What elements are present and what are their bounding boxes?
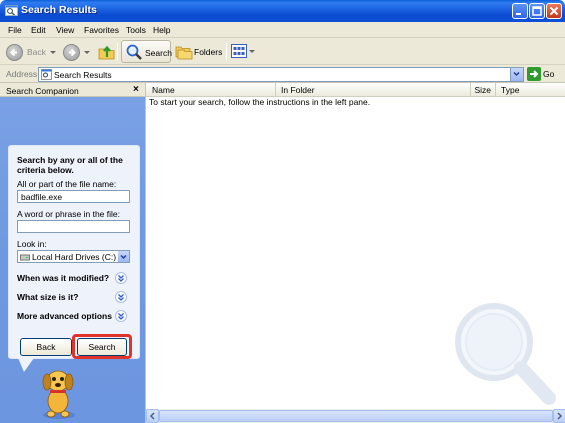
back-label: Back <box>27 47 46 57</box>
back-button[interactable]: Back <box>6 42 56 62</box>
criteria-title: Search by any or all of the criteria bel… <box>17 155 123 175</box>
search-results-icon <box>41 69 52 80</box>
advanced-options-option[interactable]: More advanced options <box>17 311 112 321</box>
folders-icon <box>175 46 193 60</box>
close-icon <box>549 6 559 16</box>
phrase-label: A word or phrase in the file: <box>17 209 121 219</box>
chevron-right-icon <box>557 412 563 420</box>
companion-back-button[interactable]: Back <box>20 338 72 356</box>
lookin-label: Look in: <box>17 239 47 249</box>
maximize-button[interactable] <box>529 3 545 19</box>
search-companion-title: Search Companion <box>6 86 79 96</box>
chevron-down-icon <box>513 71 520 77</box>
forward-arrow-icon <box>63 43 80 61</box>
back-dropdown-icon[interactable] <box>49 50 56 54</box>
column-header-type[interactable]: Type <box>496 83 565 97</box>
hard-drive-icon <box>20 254 30 261</box>
column-header-name[interactable]: Name <box>146 83 276 97</box>
title-bar: Search Results <box>0 0 565 22</box>
minimize-icon <box>516 13 521 15</box>
search-dog-icon <box>42 370 75 419</box>
scroll-right-button[interactable] <box>553 409 565 423</box>
search-companion-header: Search Companion × <box>0 83 145 97</box>
views-button[interactable] <box>231 43 255 60</box>
double-chevron-down-icon <box>118 313 124 320</box>
search-toolbar-label: Search <box>145 48 172 58</box>
go-arrow-icon <box>530 70 539 78</box>
folders-toolbar-label: Folders <box>194 47 223 57</box>
filename-label: All or part of the file name: <box>17 179 117 189</box>
column-name-label: Name <box>152 85 175 95</box>
toolbar: Back Search Folders <box>0 38 565 65</box>
forward-button[interactable] <box>63 42 90 62</box>
toolbar-separator <box>226 43 227 60</box>
expand-what-size-button[interactable] <box>115 291 127 303</box>
forward-dropdown-icon[interactable] <box>84 50 90 54</box>
chevron-down-icon <box>120 254 127 260</box>
magnifier-watermark-icon <box>455 303 556 405</box>
go-label[interactable]: Go <box>543 69 554 79</box>
up-folder-button[interactable] <box>98 42 116 62</box>
column-header-size[interactable]: Size <box>471 83 496 97</box>
speech-bubble-tail <box>18 358 34 372</box>
lookin-value: Local Hard Drives (C:) <box>32 252 117 262</box>
column-folder-label: In Folder <box>281 85 315 95</box>
expand-when-modified-button[interactable] <box>115 272 127 284</box>
search-button-highlight <box>72 334 132 359</box>
chevron-left-icon <box>149 412 155 420</box>
close-pane-icon[interactable]: × <box>133 84 139 95</box>
filename-value: badfile.exe <box>21 192 63 202</box>
magnifier-icon <box>126 44 142 60</box>
column-header-in-folder[interactable]: In Folder <box>276 83 471 97</box>
filename-input[interactable]: badfile.exe <box>17 190 130 203</box>
phrase-input[interactable] <box>17 220 130 233</box>
address-label: Address <box>6 69 38 79</box>
lookin-dropdown-button[interactable] <box>118 251 129 262</box>
up-folder-icon <box>98 45 115 60</box>
address-value: Search Results <box>54 70 112 80</box>
views-icon <box>231 44 247 58</box>
go-button[interactable] <box>527 67 541 81</box>
lookin-select[interactable]: Local Hard Drives (C:) <box>17 250 130 263</box>
address-dropdown-button[interactable] <box>510 68 523 81</box>
views-dropdown-icon <box>249 50 255 53</box>
address-input[interactable]: Search Results <box>38 67 524 82</box>
horizontal-scrollbar[interactable] <box>146 409 565 423</box>
menu-file[interactable]: File <box>8 25 22 35</box>
menu-bar: File Edit View Favorites Tools Help <box>0 22 565 60</box>
double-chevron-down-icon <box>118 294 124 301</box>
back-arrow-icon <box>6 43 23 61</box>
search-criteria-panel: Search by any or all of the criteria bel… <box>8 145 140 359</box>
column-type-label: Type <box>501 85 520 95</box>
when-modified-option[interactable]: When was it modified? <box>17 273 109 283</box>
scroll-left-button[interactable] <box>146 409 159 423</box>
menu-favorites[interactable]: Favorites <box>84 25 119 35</box>
search-toolbar-button[interactable]: Search <box>121 40 172 63</box>
results-message: To start your search, follow the instruc… <box>149 97 371 107</box>
menu-tools[interactable]: Tools <box>126 25 146 35</box>
search-companion-pane: Search by any or all of the criteria bel… <box>0 97 145 423</box>
expand-advanced-options-button[interactable] <box>115 310 127 322</box>
address-bar: Address Search Results Go <box>0 65 565 83</box>
menu-view[interactable]: View <box>56 25 74 35</box>
minimize-button[interactable] <box>512 3 528 19</box>
close-button[interactable] <box>546 3 562 19</box>
scroll-thumb[interactable] <box>159 410 553 422</box>
double-chevron-down-icon <box>118 275 124 282</box>
what-size-option[interactable]: What size is it? <box>17 292 78 302</box>
menu-help[interactable]: Help <box>153 25 170 35</box>
window-title: Search Results <box>21 4 97 16</box>
menu-edit[interactable]: Edit <box>31 25 46 35</box>
search-window-icon <box>5 5 18 16</box>
results-pane: Name In Folder Size Type To start your s… <box>145 83 565 423</box>
maximize-icon <box>532 6 542 16</box>
toolbar-separator <box>117 43 118 60</box>
folders-toolbar-button[interactable]: Folders <box>174 40 226 63</box>
column-size-label: Size <box>474 85 491 95</box>
